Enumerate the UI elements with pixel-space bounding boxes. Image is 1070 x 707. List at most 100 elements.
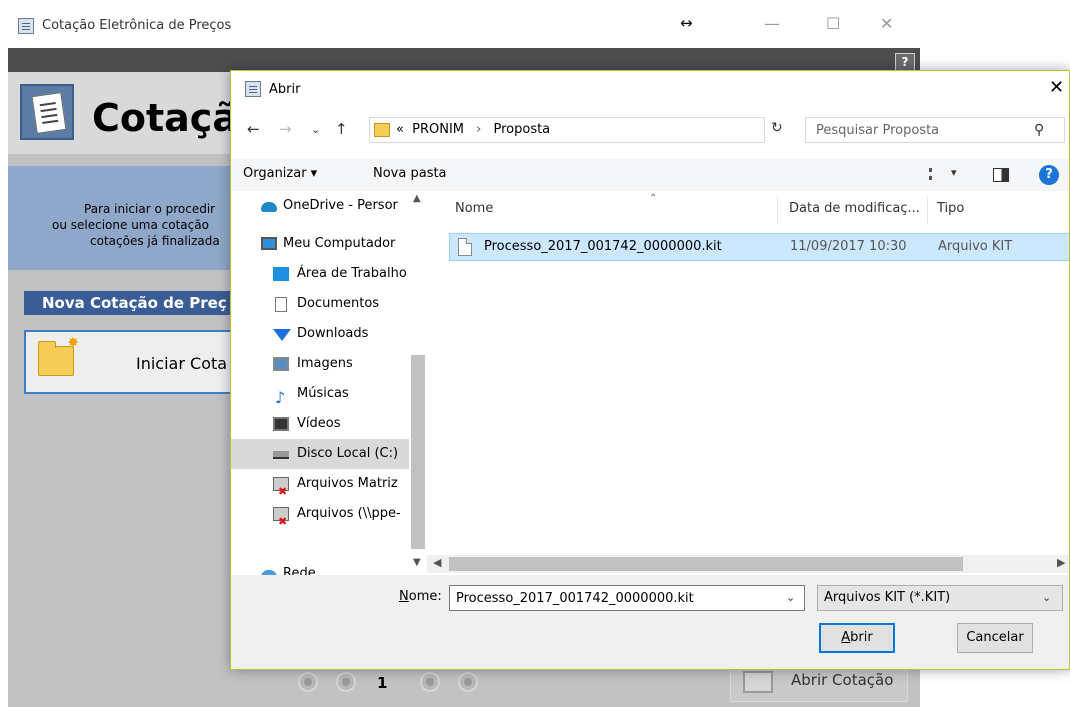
new-folder-button[interactable]: Nova pasta <box>373 166 447 181</box>
maximize-button[interactable]: ☐ <box>826 14 840 33</box>
music-icon: ♪ <box>275 388 286 407</box>
desktop-icon <box>273 267 289 281</box>
filename-field[interactable]: ⌄ <box>449 585 805 611</box>
nav-item-label: Músicas <box>297 386 349 401</box>
scroll-right-icon[interactable]: ▶ <box>1057 556 1065 569</box>
open-quote-icon <box>743 671 773 693</box>
column-header-type[interactable]: Tipo <box>937 191 964 227</box>
computer-icon <box>261 237 277 250</box>
open-button[interactable]: Abrir <box>819 623 895 653</box>
breadcrumb-pronim[interactable]: PRONIM <box>412 122 464 137</box>
first-page-button[interactable] <box>298 672 318 692</box>
nav-item-downloads[interactable]: Downloads <box>231 319 409 349</box>
navigation-scrollbar[interactable]: ▲ ▼ <box>409 191 427 575</box>
address-prefix[interactable]: « <box>396 122 404 137</box>
page-number: 1 <box>377 674 388 692</box>
preview-pane-icon[interactable] <box>993 168 1009 182</box>
nav-item-desktop[interactable]: Área de Trabalho <box>231 259 409 289</box>
minimize-button[interactable]: — <box>764 14 780 33</box>
network-drive-icon <box>273 477 289 499</box>
forward-arrow-icon[interactable]: → <box>279 120 292 138</box>
scrollbar-thumb[interactable] <box>411 355 425 549</box>
nav-item-computer[interactable]: Meu Computador <box>231 229 409 259</box>
scroll-down-icon[interactable]: ▼ <box>413 557 421 568</box>
back-arrow-icon[interactable]: ← <box>247 120 260 138</box>
file-row[interactable]: Processo_2017_001742_0000000.kit 11/09/2… <box>449 233 1069 261</box>
download-icon <box>273 329 291 341</box>
organize-menu-button[interactable]: Organizar ▾ <box>243 166 317 181</box>
nav-item-label: Vídeos <box>297 416 341 431</box>
app-info-line: cotações já finalizada <box>90 234 220 248</box>
file-type-filter-value: Arquivos KIT (*.KIT) <box>824 590 951 605</box>
column-header-modified[interactable]: Data de modificaç... <box>789 191 920 227</box>
folder-icon <box>374 123 390 137</box>
nav-item-network-drive-matriz[interactable]: Arquivos Matriz <box>231 469 409 499</box>
network-drive-icon <box>273 507 289 529</box>
nav-item-label: Rede <box>283 566 316 575</box>
video-icon <box>273 417 289 431</box>
nav-item-label: OneDrive - Persor <box>283 198 398 213</box>
file-name: Processo_2017_001742_0000000.kit <box>484 239 722 254</box>
app-info-line: ou selecione uma cotação <box>52 218 209 232</box>
nav-item-label: Documentos <box>297 296 380 311</box>
previous-page-button[interactable] <box>336 672 356 692</box>
dialog-footer: Nome: ⌄ Arquivos KIT (*.KIT) ⌄ Abrir Can… <box>231 575 1069 669</box>
dialog-navbar: ← → ⌄ ↑ « PRONIM › Proposta ⌄ ↻ ⚲ <box>231 115 1069 145</box>
address-bar[interactable]: « PRONIM › Proposta ⌄ <box>369 117 891 143</box>
nav-item-music[interactable]: ♪ Músicas <box>231 379 409 409</box>
nav-item-videos[interactable]: Vídeos <box>231 409 409 439</box>
scroll-left-icon[interactable]: ◀ <box>433 556 441 569</box>
start-quote-label: Iniciar Cota <box>136 354 228 373</box>
app-logo-icon <box>20 84 74 140</box>
file-list-scrollbar[interactable]: ◀ ▶ <box>427 555 1069 573</box>
search-icon[interactable]: ⚲ <box>1034 122 1044 138</box>
app-info-line: Para iniciar o procedir <box>84 202 216 216</box>
document-icon <box>275 297 287 312</box>
filename-input[interactable] <box>456 589 774 607</box>
breadcrumb-proposta[interactable]: Proposta <box>493 122 550 137</box>
images-icon <box>273 357 289 371</box>
nav-item-network-drive-ppe[interactable]: Arquivos (\\ppe- <box>231 499 409 529</box>
open-file-dialog: Abrir ✕ ← → ⌄ ↑ « PRONIM › Proposta ⌄ ↻ … <box>230 70 1070 670</box>
column-header-name[interactable]: Nome <box>455 191 493 227</box>
dialog-titlebar: Abrir ✕ <box>231 71 1069 107</box>
chevron-down-icon: ⌄ <box>1042 591 1052 604</box>
scroll-up-icon[interactable]: ▲ <box>413 193 421 204</box>
search-box[interactable]: ⚲ <box>805 117 1065 143</box>
nav-item-label: Meu Computador <box>283 236 396 251</box>
cancel-button[interactable]: Cancelar <box>957 623 1033 653</box>
app-help-button[interactable]: ? <box>895 53 915 71</box>
view-options-icon[interactable] <box>929 168 945 180</box>
nav-item-local-disk[interactable]: Disco Local (C:) <box>231 439 409 469</box>
help-icon[interactable]: ? <box>1039 165 1059 185</box>
nav-item-images[interactable]: Imagens <box>231 349 409 379</box>
file-type: Arquivo KIT <box>938 239 1013 254</box>
filename-history-chevron-icon[interactable]: ⌄ <box>786 591 795 604</box>
dialog-close-button[interactable]: ✕ <box>1049 77 1064 98</box>
column-divider <box>927 197 928 225</box>
nav-item-network[interactable]: Rede <box>231 559 409 575</box>
dialog-window-icon <box>245 81 261 97</box>
close-window-button[interactable]: ✕ <box>880 14 893 33</box>
dialog-toolbar: Organizar ▾ Nova pasta ▾ ? <box>231 159 1069 191</box>
view-options-chevron-icon[interactable]: ▾ <box>951 166 957 179</box>
last-page-button[interactable] <box>458 672 478 692</box>
app-titlebar: Cotação Eletrônica de Preços ↔ — ☐ ✕ <box>0 0 1070 48</box>
nav-item-documents[interactable]: Documentos <box>231 289 409 319</box>
onedrive-icon <box>261 202 277 212</box>
search-input[interactable] <box>816 121 1026 139</box>
resize-cursor-icon: ↔ <box>680 14 693 32</box>
sort-ascending-icon: ⌃ <box>649 193 658 204</box>
scrollbar-thumb[interactable] <box>449 557 963 571</box>
file-type-filter[interactable]: Arquivos KIT (*.KIT) ⌄ <box>817 585 1063 611</box>
nav-item-label: Disco Local (C:) <box>297 446 399 461</box>
up-arrow-icon[interactable]: ↑ <box>335 120 348 138</box>
next-page-button[interactable] <box>420 672 440 692</box>
new-folder-icon <box>38 335 79 376</box>
nav-item-label: Área de Trabalho <box>297 266 407 281</box>
nav-item-onedrive[interactable]: OneDrive - Persor <box>231 191 409 221</box>
refresh-icon[interactable]: ↻ <box>771 120 783 136</box>
app-top-bar: ? <box>8 48 920 72</box>
recent-locations-chevron-icon[interactable]: ⌄ <box>311 123 320 136</box>
breadcrumb-separator-icon: › <box>476 122 482 137</box>
